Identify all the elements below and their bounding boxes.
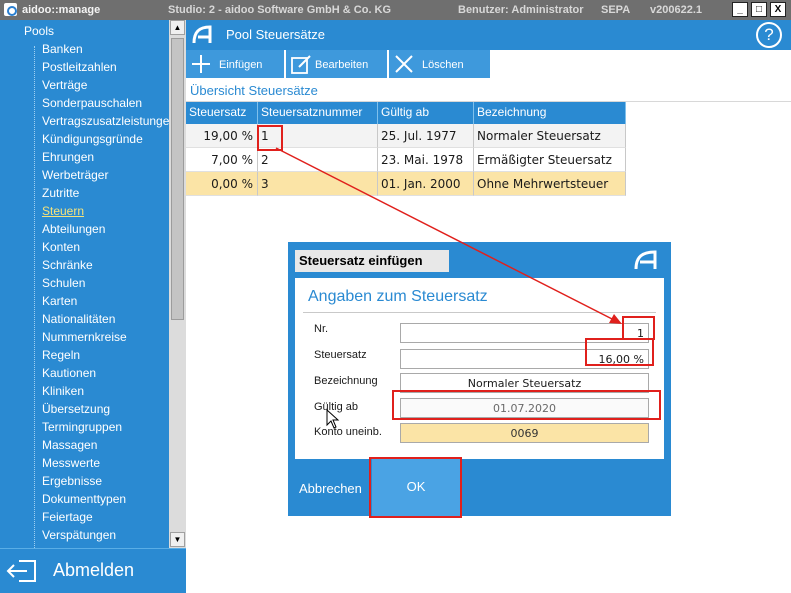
table-row-cell-selected[interactable]: Ohne Mehrwertsteuer <box>474 172 626 196</box>
sidebar-item-werbetraeger[interactable]: Werbeträger <box>42 168 108 186</box>
sidebar-item-ehrungen[interactable]: Ehrungen <box>42 150 94 168</box>
close-window-button[interactable]: X <box>770 2 786 17</box>
dialog-form-panel: Angaben zum Steuersatz Nr. 1 Steuersatz … <box>295 278 664 459</box>
sidebar-item-uebersetzung[interactable]: Übersetzung <box>42 402 110 420</box>
logout-label: Abmelden <box>53 560 135 580</box>
column-header-rate[interactable]: Steuersatz <box>186 102 258 124</box>
annotation-box <box>622 316 655 340</box>
annotation-box <box>585 338 654 366</box>
overview-title: Übersicht Steuersätze <box>190 83 318 98</box>
table-row-cell[interactable]: 19,00 % <box>186 124 258 148</box>
sidebar-item-konten[interactable]: Konten <box>42 240 80 258</box>
logout-button[interactable]: Abmelden <box>0 548 186 593</box>
edit-button-label: Bearbeiten <box>315 59 369 71</box>
maximize-button[interactable]: □ <box>751 2 767 17</box>
sidebar-item-regeln[interactable]: Regeln <box>42 348 80 366</box>
sidebar-item-kautionen[interactable]: Kautionen <box>42 366 96 384</box>
add-button[interactable]: Einfügen <box>186 50 284 78</box>
account-label: Konto uneinb. <box>314 426 382 438</box>
mouse-pointer-icon <box>326 409 340 429</box>
aidoo-logo-icon <box>634 250 657 270</box>
studio-info: Studio: 2 - aidoo Software GmbH & Co. KG <box>168 4 392 16</box>
sidebar-item-massagen[interactable]: Massagen <box>42 438 97 456</box>
annotation-box <box>257 125 283 151</box>
aidoo-logo-icon <box>192 25 212 44</box>
dialog-title: Steuersatz einfügen <box>295 250 449 272</box>
table-row-cell-selected[interactable]: 3 <box>258 172 378 196</box>
column-header-number[interactable]: Steuersatznummer <box>258 102 378 124</box>
table-row-cell[interactable]: Ermäßigter Steuersatz <box>474 148 626 172</box>
sidebar-item-sonderpauschalen[interactable]: Sonderpauschalen <box>42 96 142 114</box>
sidebar-item-kuendigungsgruende[interactable]: Kündigungsgründe <box>42 132 143 150</box>
pool-header: Pool Steuersätze ? <box>186 20 791 50</box>
rate-label: Steuersatz <box>314 349 367 361</box>
scroll-down-arrow-icon[interactable]: ▼ <box>170 532 185 547</box>
table-row-cell-selected[interactable]: 01. Jan. 2000 <box>378 172 474 196</box>
sepa-info: SEPA <box>601 4 631 16</box>
sidebar-item-verspaetungen[interactable]: Verspätungen <box>42 528 116 546</box>
annotation-box <box>392 390 661 420</box>
sidebar-item-schulen[interactable]: Schulen <box>42 276 85 294</box>
edit-icon <box>291 55 311 74</box>
page-title: Pool Steuersätze <box>226 27 326 42</box>
annotation-box <box>369 457 462 518</box>
add-button-label: Einfügen <box>219 59 263 71</box>
insert-tax-rate-dialog: Steuersatz einfügen Angaben zum Steuersa… <box>288 242 671 516</box>
app-name: aidoo::manage <box>22 4 101 16</box>
sidebar-item-schraenke[interactable]: Schränke <box>42 258 93 276</box>
table-row-cell[interactable]: 23. Mai. 1978 <box>378 148 474 172</box>
toolbar: Einfügen Bearbeiten Löschen <box>186 50 791 78</box>
sidebar-item-vertragszusatzleistungen[interactable]: Vertragszusatzleistungen <box>42 114 169 132</box>
sidebar-root-pools[interactable]: Pools <box>24 24 54 38</box>
window-title-bar: aidoo::manage Studio: 2 - aidoo Software… <box>0 0 791 20</box>
scroll-thumb[interactable] <box>171 38 184 320</box>
sidebar-item-nummernkreise[interactable]: Nummernkreise <box>42 330 127 348</box>
cancel-button[interactable]: Abbrechen <box>299 481 362 496</box>
sidebar-item-postleitzahlen[interactable]: Postleitzahlen <box>42 60 117 78</box>
plus-icon <box>192 55 210 73</box>
sidebar-tree: Pools Banken Postleitzahlen Verträge Son… <box>0 20 169 548</box>
sidebar-scrollbar[interactable]: ▲ ▼ <box>169 20 186 548</box>
nr-label: Nr. <box>314 323 329 335</box>
table-row-cell[interactable]: Normaler Steuersatz <box>474 124 626 148</box>
sidebar-item-termingruppen[interactable]: Termingruppen <box>42 420 122 438</box>
sidebar-item-karten[interactable]: Karten <box>42 294 77 312</box>
sidebar-item-steuern[interactable]: Steuern <box>42 204 84 222</box>
delete-button-label: Löschen <box>422 59 464 71</box>
scroll-up-arrow-icon[interactable]: ▲ <box>170 20 185 35</box>
account-field[interactable]: 0069 <box>400 423 649 443</box>
name-label: Bezeichnung <box>314 375 378 387</box>
back-arrow-icon <box>6 560 36 582</box>
table-row-cell[interactable]: 2 <box>258 148 378 172</box>
divider <box>303 312 656 313</box>
sidebar-item-messwerte[interactable]: Messwerte <box>42 456 100 474</box>
user-info: Benutzer: Administrator <box>458 4 584 16</box>
edit-button[interactable]: Bearbeiten <box>286 50 387 78</box>
sidebar-item-zutritte[interactable]: Zutritte <box>42 186 79 204</box>
table-row-cell[interactable]: 7,00 % <box>186 148 258 172</box>
delete-button[interactable]: Löschen <box>389 50 490 78</box>
sidebar-item-banken[interactable]: Banken <box>42 42 83 60</box>
column-header-name[interactable]: Bezeichnung <box>474 102 626 124</box>
table-row-cell-selected[interactable]: 0,00 % <box>186 172 258 196</box>
help-button[interactable]: ? <box>756 22 782 48</box>
sidebar-item-vertraege[interactable]: Verträge <box>42 78 87 96</box>
sidebar-item-abteilungen[interactable]: Abteilungen <box>42 222 105 240</box>
version-info: v200622.1 <box>650 4 702 16</box>
column-header-valid-from[interactable]: Gültig ab <box>378 102 474 124</box>
app-icon <box>4 3 17 16</box>
sidebar: Pools Banken Postleitzahlen Verträge Son… <box>0 20 186 593</box>
sidebar-item-nationalitaeten[interactable]: Nationalitäten <box>42 312 115 330</box>
sidebar-item-feiertage[interactable]: Feiertage <box>42 510 93 528</box>
tree-connector <box>34 46 35 548</box>
table-row-cell[interactable]: 25. Jul. 1977 <box>378 124 474 148</box>
sidebar-item-ergebnisse[interactable]: Ergebnisse <box>42 474 102 492</box>
dialog-heading: Angaben zum Steuersatz <box>308 288 488 305</box>
minimize-button[interactable]: _ <box>732 2 748 17</box>
sidebar-item-dokumenttypen[interactable]: Dokumenttypen <box>42 492 126 510</box>
sidebar-item-kliniken[interactable]: Kliniken <box>42 384 84 402</box>
delete-x-icon <box>395 55 413 73</box>
